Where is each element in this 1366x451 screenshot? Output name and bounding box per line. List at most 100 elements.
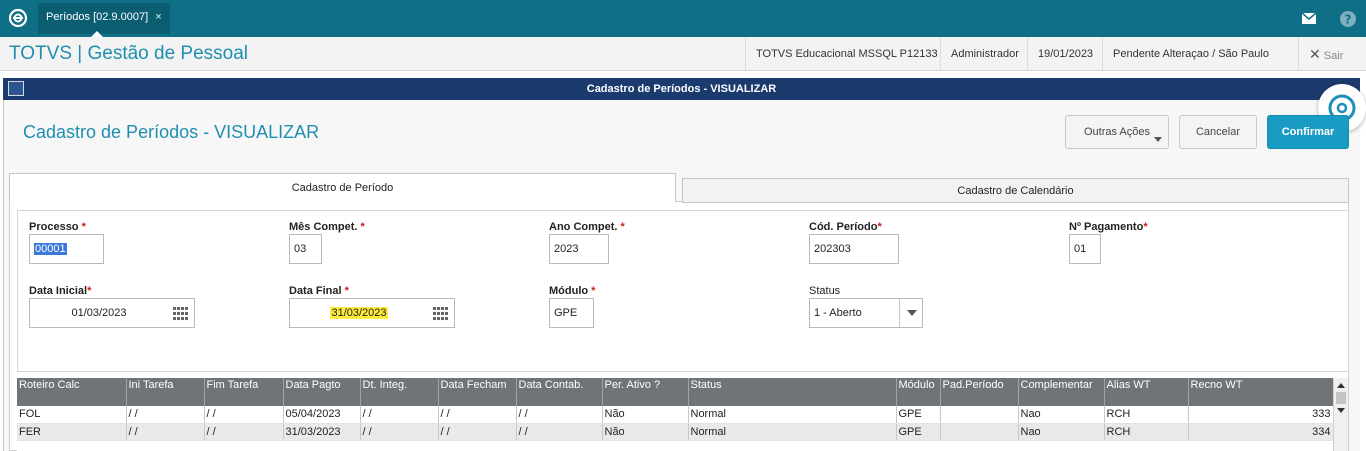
table-cell[interactable]: / / — [516, 406, 603, 424]
column-header[interactable]: Módulo — [896, 378, 941, 406]
table-cell[interactable]: / / — [438, 406, 517, 424]
cod-periodo-label: Cód. Período* — [809, 221, 882, 233]
processo-field[interactable]: 00001 — [29, 234, 104, 264]
table-cell[interactable]: FOL — [17, 406, 127, 424]
other-actions-button[interactable]: Outras Ações — [1065, 115, 1169, 149]
scroll-up-icon[interactable] — [1337, 383, 1345, 388]
exit-label: Sair — [1323, 50, 1344, 62]
tab-cadastro-periodo[interactable]: Cadastro de Período — [9, 173, 676, 202]
tab-periodos[interactable]: Períodos [02.9.0007] × — [38, 3, 170, 37]
table-cell[interactable]: Nao — [1018, 406, 1105, 424]
modulo-label: Módulo * — [549, 285, 596, 297]
table-row[interactable]: FOL / / / /05/04/2023 / / / / / / Não Norm… — [17, 406, 1334, 424]
table-cell[interactable]: Normal — [688, 406, 897, 424]
column-header[interactable]: Data Pagto — [283, 378, 361, 406]
tab-cadastro-calendario[interactable]: Cadastro de Calendário — [682, 178, 1349, 203]
periods-table: Roteiro Calc Ini Tarefa Fim Tarefa Data Pag… — [17, 378, 1334, 441]
window-titlebar: Cadastro de Períodos - VISUALIZAR — [3, 78, 1360, 100]
confirm-button[interactable]: Confirmar — [1267, 115, 1349, 149]
data-inicial-label: Data Inicial* — [29, 285, 92, 297]
table-cell[interactable] — [940, 423, 1019, 441]
table-cell[interactable]: 334 — [1188, 423, 1334, 441]
chevron-down-icon[interactable] — [899, 299, 922, 327]
user-info: Administrador — [940, 37, 1029, 71]
column-header[interactable]: Status — [688, 378, 897, 406]
chevron-down-icon — [1154, 137, 1162, 142]
top-bar: Períodos [02.9.0007] × ? — [0, 0, 1366, 37]
data-final-field[interactable]: 31/03/2023 — [289, 298, 455, 328]
ano-compet-field[interactable]: 2023 — [549, 234, 609, 264]
grid-scrollbar[interactable] — [1333, 378, 1348, 451]
table-cell[interactable]: / / — [204, 406, 284, 424]
form-title: Cadastro de Períodos - VISUALIZAR — [23, 122, 320, 142]
status-select[interactable]: 1 - Aberto — [809, 298, 923, 328]
table-cell[interactable]: RCH — [1104, 423, 1189, 441]
svg-text:?: ? — [1344, 12, 1351, 26]
calendar-icon[interactable] — [173, 307, 189, 320]
data-inicial-field[interactable]: 01/03/2023 — [29, 298, 195, 328]
table-cell[interactable]: / / — [360, 423, 439, 441]
modulo-field[interactable]: GPE — [549, 298, 594, 328]
app-title: TOTVS | Gestão de Pessoal — [9, 43, 249, 64]
form-area — [17, 210, 1349, 372]
cod-periodo-field[interactable]: 202303 — [809, 234, 899, 264]
table-cell[interactable]: GPE — [896, 406, 941, 424]
tab-periodos-label: Períodos [02.9.0007] — [46, 11, 149, 23]
table-cell[interactable]: / / — [126, 423, 205, 441]
table-cell[interactable]: GPE — [896, 423, 941, 441]
table-cell[interactable]: / / — [126, 406, 205, 424]
app-header: TOTVS | Gestão de Pessoal TOTVS Educacio… — [0, 37, 1366, 71]
column-header[interactable]: Data Fecham — [438, 378, 517, 406]
table-row[interactable]: FER / / / /31/03/2023 / / / / / / Não Norm… — [17, 423, 1334, 441]
date-info: 19/01/2023 — [1027, 37, 1103, 71]
data-inicial-value: 01/03/2023 — [71, 307, 127, 319]
column-header[interactable]: Pad.Período — [940, 378, 1019, 406]
table-cell[interactable]: 31/03/2023 — [283, 423, 361, 441]
table-cell[interactable]: Não — [602, 423, 689, 441]
column-header[interactable]: Recno WT — [1188, 378, 1334, 406]
table-cell[interactable]: / / — [438, 423, 517, 441]
table-cell[interactable]: Não — [602, 406, 689, 424]
status-value: 1 - Aberto — [814, 307, 862, 319]
num-pagamento-label: Nº Pagamento* — [1069, 221, 1148, 233]
totvs-logo-icon[interactable] — [8, 8, 28, 28]
column-header[interactable]: Fim Tarefa — [204, 378, 284, 406]
table-cell[interactable]: 333 — [1188, 406, 1334, 424]
table-cell[interactable] — [940, 406, 1019, 424]
data-final-value: 31/03/2023 — [330, 307, 388, 319]
table-cell[interactable]: Nao — [1018, 423, 1105, 441]
branch-info: Pendente Alteraçao / São Paulo — [1102, 37, 1279, 71]
column-header[interactable]: Dt. Integ. — [360, 378, 439, 406]
help-icon[interactable]: ? — [1329, 0, 1366, 37]
table-cell[interactable]: / / — [360, 406, 439, 424]
confirm-label: Confirmar — [1281, 126, 1335, 138]
mes-compet-field[interactable]: 03 — [289, 234, 322, 264]
column-header[interactable]: Roteiro Calc — [17, 378, 127, 406]
table-cell[interactable]: / / — [516, 423, 603, 441]
column-header[interactable]: Alias WT — [1104, 378, 1189, 406]
table-cell[interactable]: 05/04/2023 — [283, 406, 361, 424]
column-header[interactable]: Complementar — [1018, 378, 1105, 406]
column-header[interactable]: Per. Ativo ? — [602, 378, 689, 406]
calendar-icon[interactable] — [433, 307, 449, 320]
mail-icon[interactable] — [1290, 0, 1327, 37]
column-header[interactable]: Data Contab. — [516, 378, 603, 406]
tab-label: Cadastro de Calendário — [957, 185, 1074, 197]
column-header[interactable]: Ini Tarefa — [126, 378, 205, 406]
processo-label: Processo * — [29, 221, 86, 233]
exit-button[interactable]: ✕ Sair — [1298, 37, 1353, 71]
environment-info: TOTVS Educacional MSSQL P12133 — [745, 37, 948, 71]
num-pagamento-field[interactable]: 01 — [1069, 234, 1101, 264]
table-cell[interactable]: Normal — [688, 423, 897, 441]
cancel-label: Cancelar — [1195, 126, 1241, 138]
close-icon[interactable]: × — [155, 11, 161, 23]
window-icon[interactable] — [8, 81, 24, 96]
close-icon: ✕ — [1309, 46, 1321, 62]
scroll-thumb[interactable] — [1336, 392, 1346, 404]
scroll-down-icon[interactable] — [1337, 408, 1345, 413]
window-title: Cadastro de Períodos - VISUALIZAR — [586, 83, 777, 95]
table-cell[interactable]: FER — [17, 423, 127, 441]
table-cell[interactable]: / / — [204, 423, 284, 441]
table-cell[interactable]: RCH — [1104, 406, 1189, 424]
cancel-button[interactable]: Cancelar — [1179, 115, 1257, 149]
